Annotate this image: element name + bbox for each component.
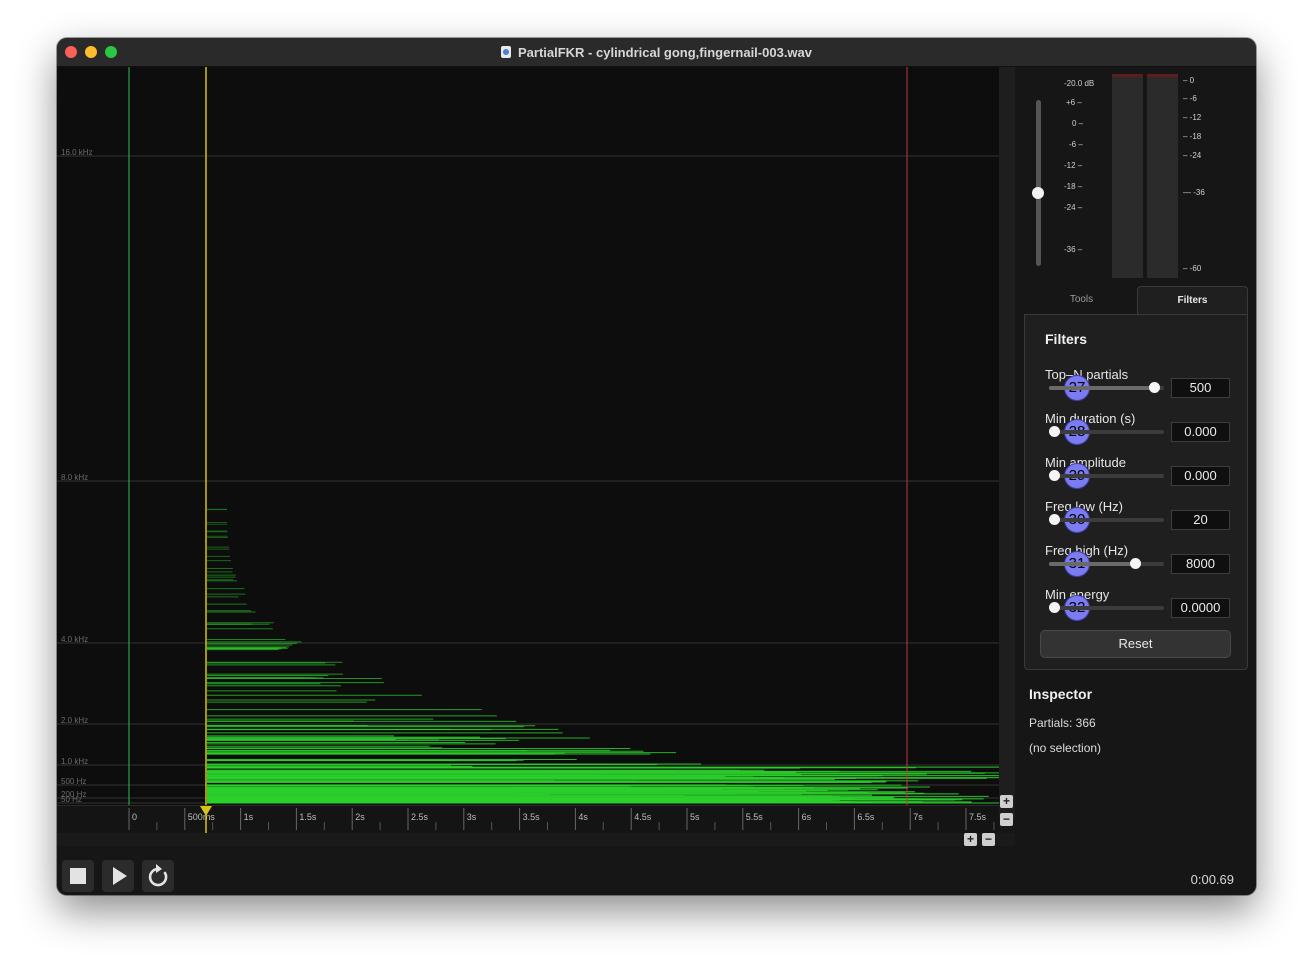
app-window: PartialFKR - cylindrical gong,fingernail… <box>57 38 1256 895</box>
meter-scale-label: – -12 <box>1183 113 1202 122</box>
meter-scale-label: – -24 <box>1183 151 1202 160</box>
reset-filters-button[interactable]: Reset <box>1040 630 1231 658</box>
time-label: 1s <box>244 812 254 822</box>
filter-slider-thumb[interactable] <box>1049 602 1060 613</box>
time-label: 2.5s <box>411 812 429 822</box>
meter-scale-label: – 0 <box>1183 76 1195 85</box>
filter-value-field[interactable]: 0.000 <box>1171 466 1230 486</box>
meter-scale-label: — -36 <box>1183 188 1205 197</box>
gain-scale-label: +6 – <box>1066 98 1082 107</box>
filter-value-field[interactable]: 0.0000 <box>1171 598 1230 618</box>
audio-document-icon <box>500 46 511 58</box>
filter-slider-fill <box>1049 386 1154 390</box>
freq-zoom-in-button[interactable]: + <box>1000 795 1013 808</box>
spectrogram-view[interactable]: 16.0 kHz 8.0 kHz 4.0 kHz 2.0 kHz 1.0 kHz 500 … <box>57 67 999 805</box>
meter-scale-label: – -60 <box>1183 264 1202 273</box>
gain-slider-thumb[interactable] <box>1032 187 1044 199</box>
partials-layer <box>207 508 999 804</box>
freq-label: 2.0 kHz <box>61 716 88 725</box>
filter-slider[interactable] <box>1049 382 1164 393</box>
freq-label: 8.0 kHz <box>61 473 88 482</box>
freq-label: 500 Hz <box>61 777 86 786</box>
filter-slider[interactable] <box>1049 470 1164 481</box>
filter-value-field[interactable]: 500 <box>1171 378 1230 398</box>
gain-scale-label: -6 – <box>1069 140 1083 149</box>
gain-scale-label: -24 – <box>1064 203 1083 212</box>
transport-bar: 0:00.69 <box>57 846 1256 895</box>
panel-tabs: Tools Filters <box>1026 286 1248 314</box>
filter-slider-thumb[interactable] <box>1049 470 1060 481</box>
time-label: 4s <box>578 812 588 822</box>
gain-scale-label: 0 – <box>1072 119 1084 128</box>
freq-label: 4.0 kHz <box>61 635 88 644</box>
filter-slider[interactable] <box>1049 514 1164 525</box>
gain-slider-track[interactable] <box>1036 100 1041 266</box>
level-meter-right <box>1147 74 1178 278</box>
time-label: 7s <box>913 812 923 822</box>
filter-value-field[interactable]: 8000 <box>1171 554 1230 574</box>
time-zoom-out-button[interactable]: − <box>982 833 995 846</box>
inspector-title: Inspector <box>1029 686 1093 702</box>
window-title: PartialFKR - cylindrical gong,fingernail… <box>517 44 813 60</box>
filter-label: Min duration (s) <box>1045 411 1136 426</box>
time-ruler-canvas[interactable]: 0 500ms 1s 1.5s 2s 2.5s 3s 3.5s 4s 4.5s 5s 5.5s 6s 6.… <box>57 806 999 834</box>
gain-scale-label: -36 – <box>1064 245 1083 254</box>
time-label: 2s <box>355 812 365 822</box>
filter-slider-thumb[interactable] <box>1049 514 1060 525</box>
time-zoom-in-button[interactable]: + <box>964 833 977 846</box>
play-button[interactable] <box>102 860 134 892</box>
meter-scale-label: – -18 <box>1183 132 1202 141</box>
time-label: 500ms <box>188 812 216 822</box>
time-label: 6.5s <box>857 812 875 822</box>
tab-filters[interactable]: Filters <box>1137 286 1248 314</box>
time-label: 0 <box>132 812 137 822</box>
filter-slider-fill <box>1049 562 1135 566</box>
title-bar: PartialFKR - cylindrical gong,fingernail… <box>57 38 1256 67</box>
playback-time: 0:00.69 <box>1190 872 1234 887</box>
stop-button[interactable] <box>62 860 94 892</box>
filter-slider[interactable] <box>1049 602 1164 613</box>
spectrogram-canvas[interactable]: 16.0 kHz 8.0 kHz 4.0 kHz 2.0 kHz 1.0 kHz 500 … <box>57 67 999 805</box>
filter-slider-thumb[interactable] <box>1130 558 1141 569</box>
freq-label: 1.0 kHz <box>61 757 88 766</box>
filter-slider[interactable] <box>1049 558 1164 569</box>
frequency-zoom-bar[interactable]: + − <box>999 67 1015 826</box>
time-label: 7.5s <box>969 812 987 822</box>
stop-icon <box>70 868 86 884</box>
time-label: 6s <box>802 812 812 822</box>
time-ruler[interactable]: 0 500ms 1s 1.5s 2s 2.5s 3s 3.5s 4s 4.5s 5s 5.5s 6s 6.… <box>57 805 999 834</box>
inspector-partials-count: Partials: 366 <box>1029 716 1096 730</box>
play-icon <box>113 867 127 885</box>
gain-scale-label: -18 – <box>1064 182 1083 191</box>
filter-slider-thumb[interactable] <box>1049 426 1060 437</box>
loop-button[interactable] <box>142 860 174 892</box>
filters-title: Filters <box>1045 331 1088 347</box>
window-title-group: PartialFKR - cylindrical gong,fingernail… <box>57 38 1256 66</box>
time-label: 3.5s <box>523 812 541 822</box>
level-meter-left <box>1112 74 1143 278</box>
time-label: 4.5s <box>634 812 652 822</box>
freq-zoom-out-button[interactable]: − <box>1000 813 1013 826</box>
freq-label: 16.0 kHz <box>61 148 93 157</box>
time-label: 1.5s <box>299 812 317 822</box>
filter-value-field[interactable]: 20 <box>1171 510 1230 530</box>
time-label: 5s <box>690 812 700 822</box>
filter-slider-thumb[interactable] <box>1149 382 1160 393</box>
loop-icon <box>148 864 168 887</box>
filter-value-field[interactable]: 0.000 <box>1171 422 1230 442</box>
inspector-selection: (no selection) <box>1029 741 1102 755</box>
gain-scale-label: -12 – <box>1064 161 1083 170</box>
freq-label: 50 Hz <box>61 795 82 804</box>
time-label: 5.5s <box>746 812 764 822</box>
filter-slider[interactable] <box>1049 426 1164 437</box>
time-zoom-bar: + − <box>57 833 1015 846</box>
tab-tools[interactable]: Tools <box>1026 286 1137 314</box>
time-label: 3s <box>467 812 477 822</box>
gain-readout: -20.0 dB <box>1064 79 1095 88</box>
meter-scale-label: – -6 <box>1183 94 1197 103</box>
